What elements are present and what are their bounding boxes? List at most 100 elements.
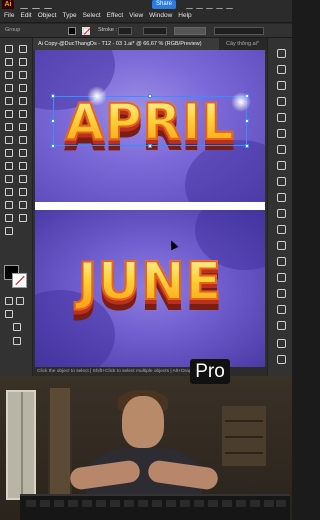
menu-edit[interactable]: Edit bbox=[20, 12, 31, 19]
character-panel-icon[interactable] bbox=[276, 288, 286, 298]
resize-handle[interactable] bbox=[51, 119, 55, 123]
panels-dock bbox=[267, 38, 292, 376]
free-transform-tool-icon[interactable] bbox=[4, 148, 13, 157]
pen-tool-icon[interactable] bbox=[4, 70, 13, 79]
transform-panel-icon[interactable] bbox=[276, 240, 286, 250]
canvas[interactable]: APRIL JUNE bbox=[33, 50, 267, 367]
resize-handle[interactable] bbox=[148, 94, 152, 98]
opentype-panel-icon[interactable] bbox=[276, 320, 286, 330]
sparkle-highlight bbox=[87, 86, 107, 106]
menu-select[interactable]: Select bbox=[83, 12, 101, 19]
align-panel-icon[interactable] bbox=[276, 256, 286, 266]
shape-builder-tool-icon[interactable] bbox=[18, 148, 27, 157]
menu-object[interactable]: Object bbox=[38, 12, 57, 19]
links-panel-icon[interactable] bbox=[276, 354, 286, 364]
person-face-image bbox=[122, 396, 164, 448]
color-mode-icon[interactable] bbox=[4, 296, 13, 305]
gradient-panel-icon[interactable] bbox=[276, 176, 286, 186]
tab-cay-thong-document[interactable]: Cây thông.ai* bbox=[221, 38, 267, 50]
resize-handle[interactable] bbox=[148, 144, 152, 148]
tools-panel bbox=[0, 38, 33, 376]
draw-mode-icon[interactable] bbox=[4, 309, 13, 318]
resize-handle[interactable] bbox=[245, 119, 249, 123]
color-panel-icon[interactable] bbox=[276, 96, 286, 106]
stroke-color-swatch[interactable] bbox=[12, 273, 27, 288]
zoom-tool-icon[interactable] bbox=[4, 226, 13, 235]
stroke-label: Stroke : bbox=[98, 27, 117, 33]
line-tool-icon[interactable] bbox=[18, 83, 27, 92]
resize-handle[interactable] bbox=[51, 144, 55, 148]
properties-panel-icon[interactable] bbox=[276, 48, 286, 58]
control-bar: Group Stroke : bbox=[0, 23, 292, 37]
menu-window[interactable]: Window bbox=[149, 12, 172, 19]
artboard-tool-icon[interactable] bbox=[18, 200, 27, 209]
lasso-tool-icon[interactable] bbox=[18, 57, 27, 66]
selection-tool-icon[interactable] bbox=[4, 44, 13, 53]
menu-help[interactable]: Help bbox=[178, 12, 191, 19]
screen-mode-icon[interactable] bbox=[12, 322, 21, 331]
artboard-2[interactable]: JUNE bbox=[35, 210, 265, 367]
width-tool-icon[interactable] bbox=[18, 135, 27, 144]
bookshelf-image bbox=[222, 406, 266, 466]
webcam-overlay bbox=[0, 376, 292, 520]
rectangle-tool-icon[interactable] bbox=[4, 96, 13, 105]
menu-type[interactable]: Type bbox=[62, 12, 76, 19]
graph-tool-icon[interactable] bbox=[4, 200, 13, 209]
layers-panel-icon[interactable] bbox=[276, 64, 286, 74]
transparency-panel-icon[interactable] bbox=[276, 192, 286, 202]
brushes-panel-icon[interactable] bbox=[276, 128, 286, 138]
rotate-tool-icon[interactable] bbox=[18, 122, 27, 131]
stroke-weight-field[interactable] bbox=[118, 27, 132, 35]
window-image bbox=[6, 390, 36, 500]
stroke-swatch[interactable] bbox=[82, 27, 90, 35]
gradient-mode-icon[interactable] bbox=[15, 296, 24, 305]
pencil-tool-icon[interactable] bbox=[18, 109, 27, 118]
stroke-panel-icon[interactable] bbox=[276, 160, 286, 170]
resize-handle[interactable] bbox=[245, 144, 249, 148]
type-tool-icon[interactable] bbox=[4, 83, 13, 92]
pathfinder-panel-icon[interactable] bbox=[276, 272, 286, 282]
fill-swatch[interactable] bbox=[68, 27, 76, 35]
menu-bar: File Edit Object Type Select Effect View… bbox=[0, 9, 292, 22]
mesh-tool-icon[interactable] bbox=[18, 161, 27, 170]
sparkle-highlight bbox=[231, 92, 251, 112]
paintbrush-tool-icon[interactable] bbox=[18, 96, 27, 105]
top-bar: Ai Share bbox=[0, 0, 292, 14]
variable-width-select[interactable] bbox=[143, 27, 167, 35]
swatches-panel-icon[interactable] bbox=[276, 112, 286, 122]
opacity-field[interactable] bbox=[214, 27, 264, 35]
resize-handle[interactable] bbox=[51, 94, 55, 98]
selection-bounding-box[interactable] bbox=[53, 96, 247, 146]
symbols-panel-icon[interactable] bbox=[276, 144, 286, 154]
eraser-tool-icon[interactable] bbox=[4, 122, 13, 131]
menu-effect[interactable]: Effect bbox=[107, 12, 124, 19]
status-bar: Click the object to select | Shift+Click… bbox=[33, 367, 267, 376]
menu-file[interactable]: File bbox=[4, 12, 14, 19]
appearance-panel-icon[interactable] bbox=[276, 208, 286, 218]
artboards-panel-icon[interactable] bbox=[276, 338, 286, 348]
brush-select[interactable] bbox=[174, 27, 206, 35]
perspective-grid-tool-icon[interactable] bbox=[4, 161, 13, 170]
blend-tool-icon[interactable] bbox=[4, 187, 13, 196]
scale-tool-icon[interactable] bbox=[4, 135, 13, 144]
gradient-tool-icon[interactable] bbox=[4, 174, 13, 183]
shaper-tool-icon[interactable] bbox=[4, 109, 13, 118]
curvature-tool-icon[interactable] bbox=[18, 70, 27, 79]
direct-selection-tool-icon[interactable] bbox=[18, 44, 27, 53]
libraries-panel-icon[interactable] bbox=[276, 80, 286, 90]
slice-tool-icon[interactable] bbox=[4, 213, 13, 222]
graphic-styles-panel-icon[interactable] bbox=[276, 224, 286, 234]
menu-view[interactable]: View bbox=[129, 12, 143, 19]
paragraph-panel-icon[interactable] bbox=[276, 304, 286, 314]
artboard-1[interactable]: APRIL bbox=[35, 50, 265, 202]
selection-type-label: Group bbox=[5, 27, 21, 33]
symbol-sprayer-tool-icon[interactable] bbox=[18, 187, 27, 196]
edit-toolbar-icon[interactable] bbox=[12, 336, 21, 345]
hand-tool-icon[interactable] bbox=[18, 213, 27, 222]
tab-april-june-document[interactable]: Ai Copy-@DucThangDs - T12 - 03 1.ai* @ 6… bbox=[33, 38, 219, 50]
eyedropper-tool-icon[interactable] bbox=[18, 174, 27, 183]
share-button[interactable]: Share bbox=[152, 0, 176, 9]
door-image bbox=[48, 386, 72, 506]
magic-wand-tool-icon[interactable] bbox=[4, 57, 13, 66]
june-text[interactable]: JUNE bbox=[35, 251, 265, 313]
